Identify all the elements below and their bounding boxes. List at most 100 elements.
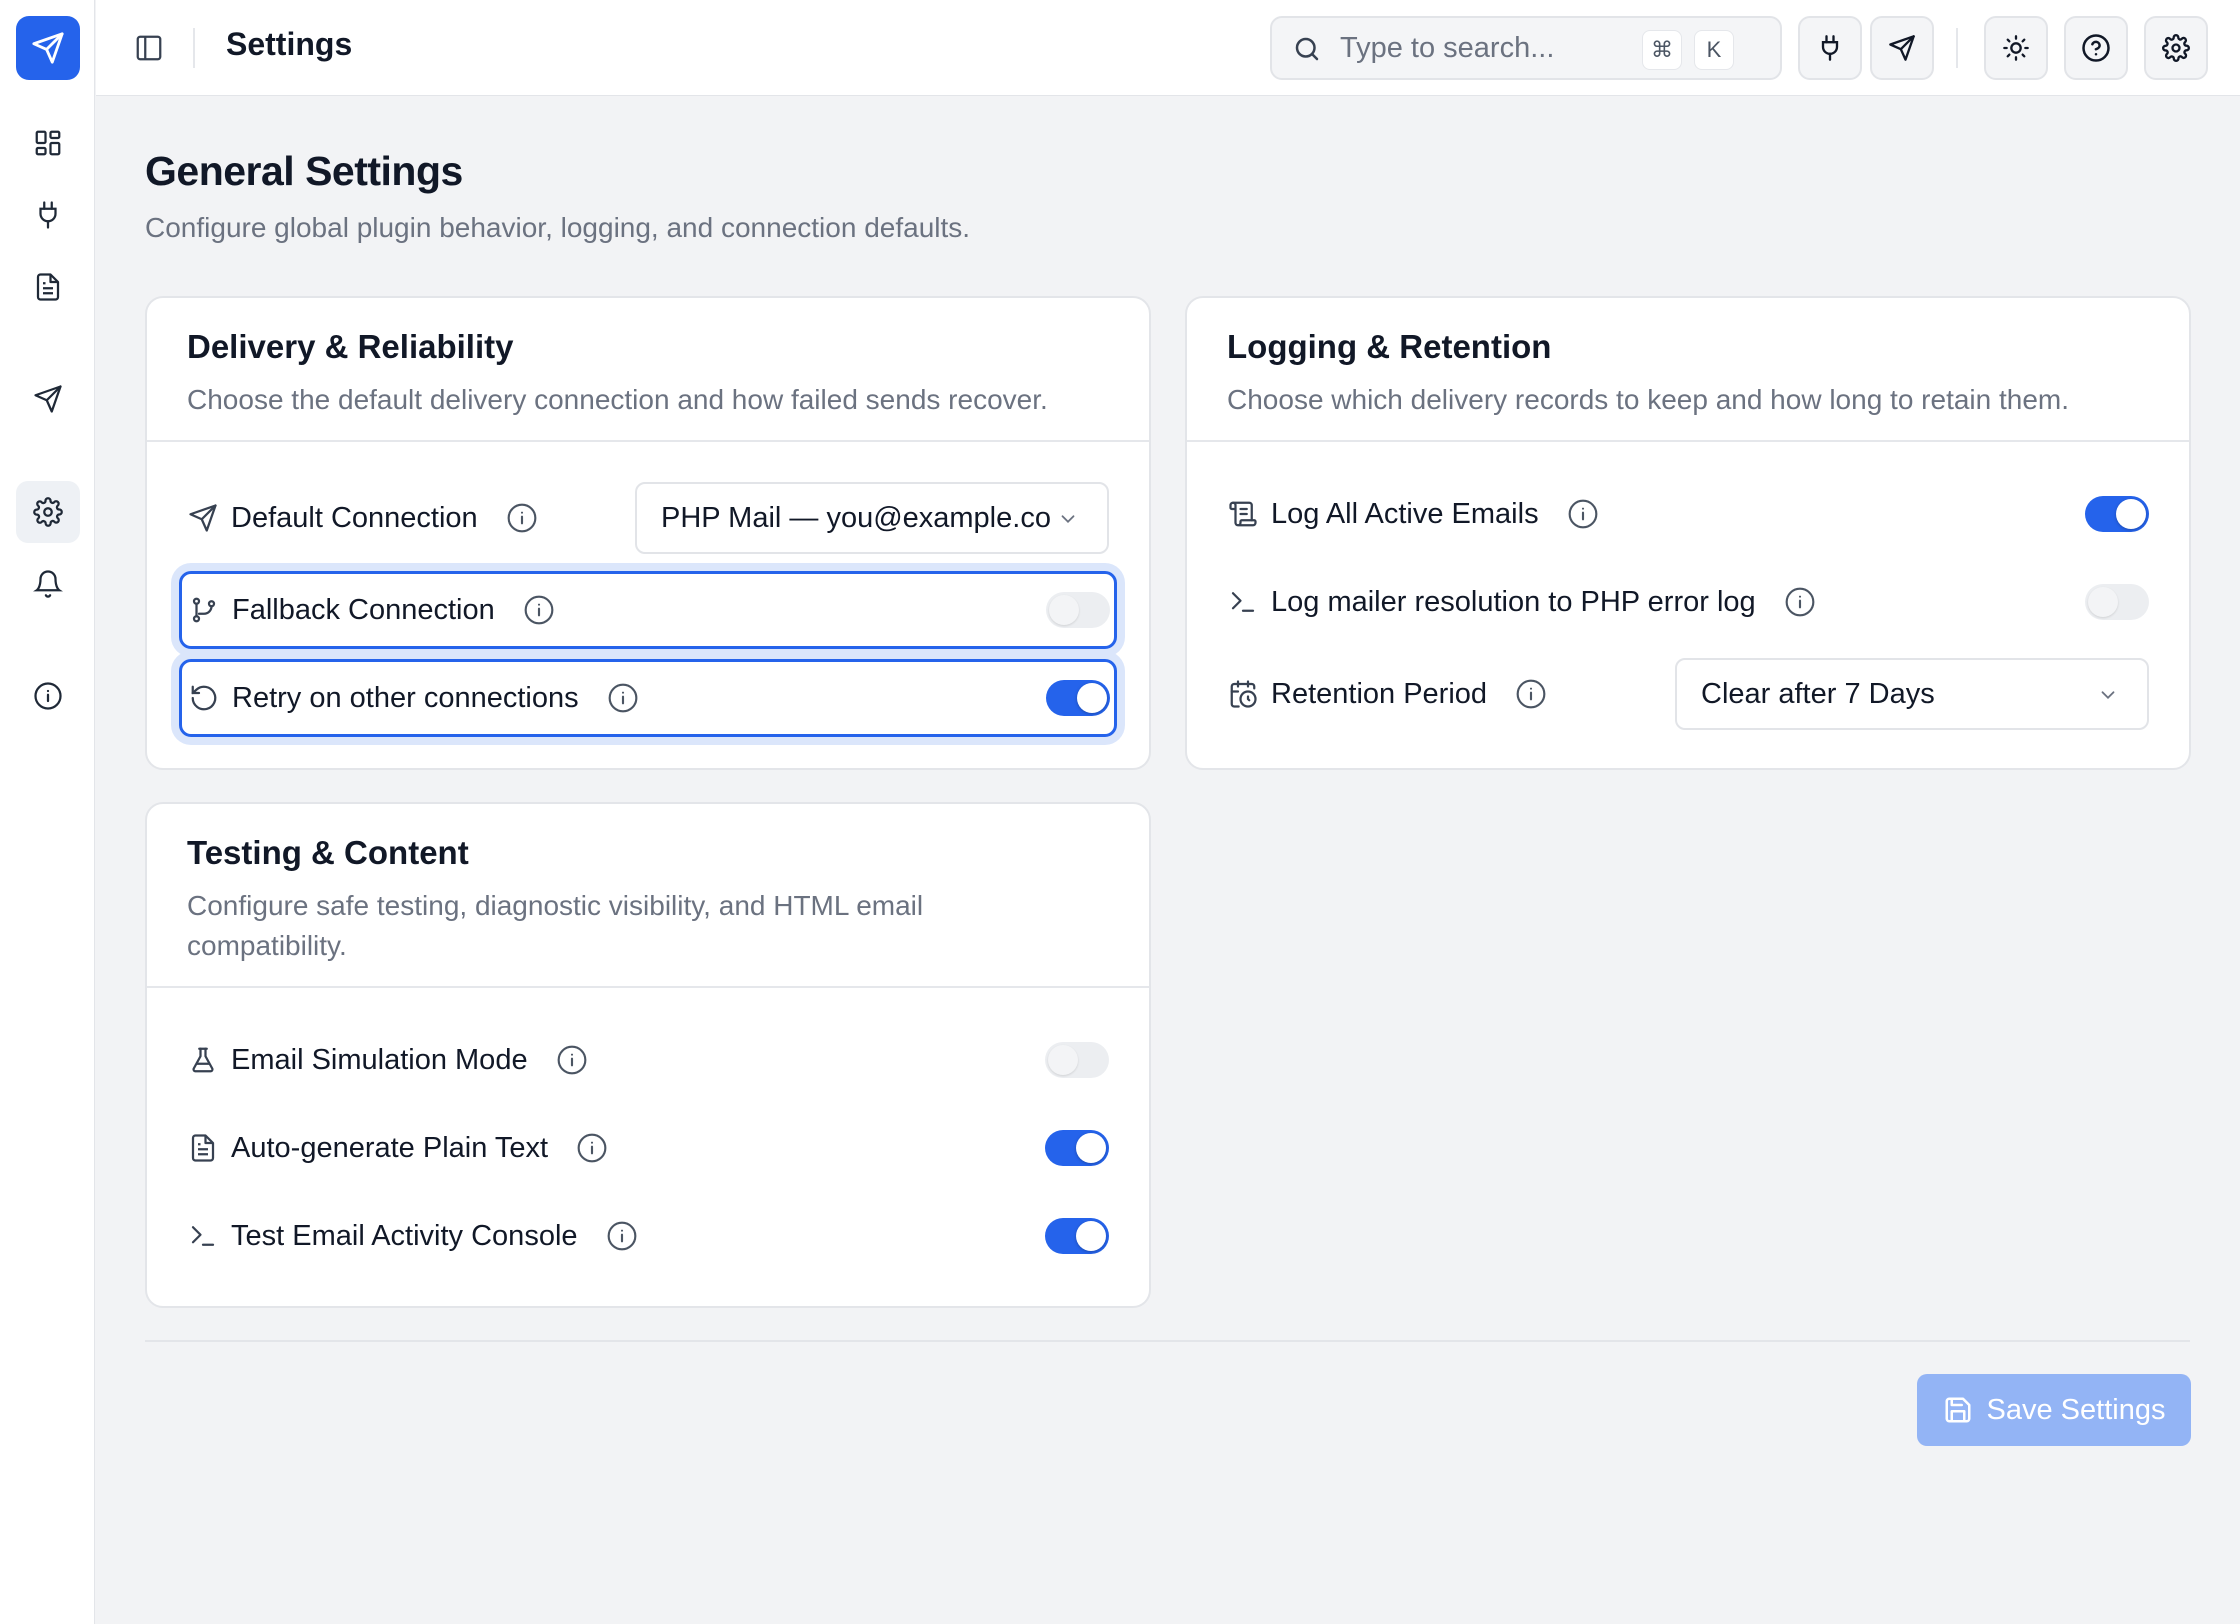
info-icon[interactable] — [523, 594, 555, 626]
plain-text-row: Auto-generate Plain Text — [187, 1118, 1109, 1178]
logging-retention-card: Logging & Retention Choose which deliver… — [1185, 296, 2191, 770]
retention-period-row: Retention Period Clear after 7 Days — [1227, 658, 2149, 730]
log-all-emails-toggle[interactable] — [2085, 496, 2149, 532]
rotate-ccw-icon — [188, 682, 220, 714]
flask-icon — [187, 1044, 219, 1076]
send-icon — [34, 385, 62, 413]
info-icon[interactable] — [556, 1044, 588, 1076]
activity-console-label: Test Email Activity Console — [231, 1219, 578, 1252]
fallback-connection-toggle[interactable] — [1046, 592, 1110, 628]
retry-connections-row[interactable]: Retry on other connections — [179, 659, 1117, 737]
bell-icon — [33, 570, 63, 598]
plug-icon — [39, 201, 57, 229]
help-button[interactable] — [2064, 16, 2128, 80]
divider — [193, 28, 195, 68]
dashboard-icon — [35, 130, 61, 156]
log-all-emails-label: Log All Active Emails — [1271, 497, 1539, 530]
save-settings-button[interactable]: Save Settings — [1917, 1374, 2191, 1446]
theme-toggle-button[interactable] — [1984, 16, 2048, 80]
chevron-down-icon — [2101, 691, 2115, 700]
terminal-icon — [187, 1220, 219, 1252]
info-icon — [34, 682, 62, 710]
log-php-error-toggle[interactable] — [2085, 584, 2149, 620]
fallback-connection-row[interactable]: Fallback Connection — [179, 571, 1117, 649]
info-icon[interactable] — [607, 682, 639, 714]
sidebar-item-send[interactable] — [16, 368, 80, 430]
info-icon[interactable] — [576, 1132, 608, 1164]
shortcut-k-key: K — [1694, 30, 1734, 70]
chevron-down-icon — [1061, 515, 1075, 524]
delivery-reliability-card: Delivery & Reliability Choose the defaul… — [145, 296, 1151, 770]
connections-button[interactable] — [1798, 16, 1862, 80]
card-title: Logging & Retention — [1227, 328, 1552, 365]
search-box[interactable]: ⌘ K — [1270, 16, 1782, 80]
sidebar-item-connections[interactable] — [16, 184, 80, 246]
search-icon — [1292, 34, 1322, 64]
simulation-mode-toggle[interactable] — [1045, 1042, 1109, 1078]
log-php-error-row: Log mailer resolution to PHP error log — [1227, 572, 2149, 632]
app-logo[interactable] — [16, 16, 80, 80]
retention-period-select[interactable]: Clear after 7 Days — [1675, 658, 2149, 730]
topbar-title: Settings — [226, 26, 353, 62]
fallback-connection-label: Fallback Connection — [232, 593, 495, 626]
page-title: General Settings — [145, 148, 463, 194]
sidebar — [0, 0, 95, 1624]
search-input[interactable] — [1340, 28, 1640, 68]
sidebar-item-settings[interactable] — [16, 481, 80, 543]
scroll-icon — [1227, 498, 1259, 530]
card-description: Choose which delivery records to keep an… — [1227, 384, 2070, 415]
retention-period-value: Clear after 7 Days — [1701, 677, 1935, 710]
help-icon — [2082, 34, 2110, 62]
sun-icon — [2003, 35, 2029, 61]
activity-console-row: Test Email Activity Console — [187, 1206, 1109, 1266]
activity-console-toggle[interactable] — [1045, 1218, 1109, 1254]
save-settings-label: Save Settings — [1986, 1393, 2166, 1426]
settings-button[interactable] — [2144, 16, 2208, 80]
info-icon[interactable] — [1784, 586, 1816, 618]
plain-text-toggle[interactable] — [1045, 1130, 1109, 1166]
plain-text-label: Auto-generate Plain Text — [231, 1131, 549, 1164]
send-test-button[interactable] — [1870, 16, 1934, 80]
send-icon — [1889, 35, 1915, 61]
info-icon[interactable] — [606, 1220, 638, 1252]
log-all-emails-row: Log All Active Emails — [1227, 484, 2149, 544]
send-icon — [32, 32, 64, 64]
default-connection-label: Default Connection — [231, 501, 478, 534]
retry-connections-toggle[interactable] — [1046, 680, 1110, 716]
sidebar-item-notifications[interactable] — [16, 553, 80, 615]
document-icon — [187, 1132, 219, 1164]
sidebar-item-dashboard[interactable] — [16, 112, 80, 174]
sidebar-item-logs[interactable] — [16, 256, 80, 318]
document-icon — [36, 273, 60, 301]
terminal-icon — [1227, 586, 1259, 618]
testing-content-card: Testing & Content Configure safe testing… — [145, 802, 1151, 1308]
default-connection-select[interactable]: PHP Mail — you@example.co — [635, 482, 1109, 554]
save-icon — [1943, 1395, 1973, 1425]
card-title: Testing & Content — [187, 834, 469, 871]
sidebar-panel-icon — [136, 35, 162, 61]
info-icon[interactable] — [506, 502, 538, 534]
default-connection-value: PHP Mail — you@example.co — [661, 501, 1051, 534]
divider — [145, 1340, 2190, 1342]
default-connection-row: Default Connection PHP Mail — you@exampl… — [187, 482, 1109, 554]
gear-icon — [2162, 34, 2190, 62]
card-title: Delivery & Reliability — [187, 328, 514, 365]
card-description: Choose the default delivery connection a… — [187, 384, 1048, 415]
divider — [1956, 28, 1958, 68]
plug-icon — [1821, 35, 1839, 61]
card-description: Configure safe testing, diagnostic visib… — [187, 890, 924, 961]
page-subtitle: Configure global plugin behavior, loggin… — [145, 212, 971, 243]
simulation-mode-label: Email Simulation Mode — [231, 1043, 528, 1076]
sidebar-toggle-button[interactable] — [132, 31, 166, 65]
sidebar-item-about[interactable] — [16, 665, 80, 727]
simulation-mode-row: Email Simulation Mode — [187, 1030, 1109, 1090]
top-bar: Settings ⌘ K — [96, 0, 2240, 96]
gear-icon — [33, 497, 63, 527]
info-icon[interactable] — [1515, 678, 1547, 710]
calendar-clock-icon — [1227, 678, 1259, 710]
log-php-error-label: Log mailer resolution to PHP error log — [1271, 585, 1756, 618]
retry-connections-label: Retry on other connections — [232, 681, 579, 714]
info-icon[interactable] — [1567, 498, 1599, 530]
retention-period-label: Retention Period — [1271, 677, 1488, 710]
branch-icon — [188, 594, 220, 626]
